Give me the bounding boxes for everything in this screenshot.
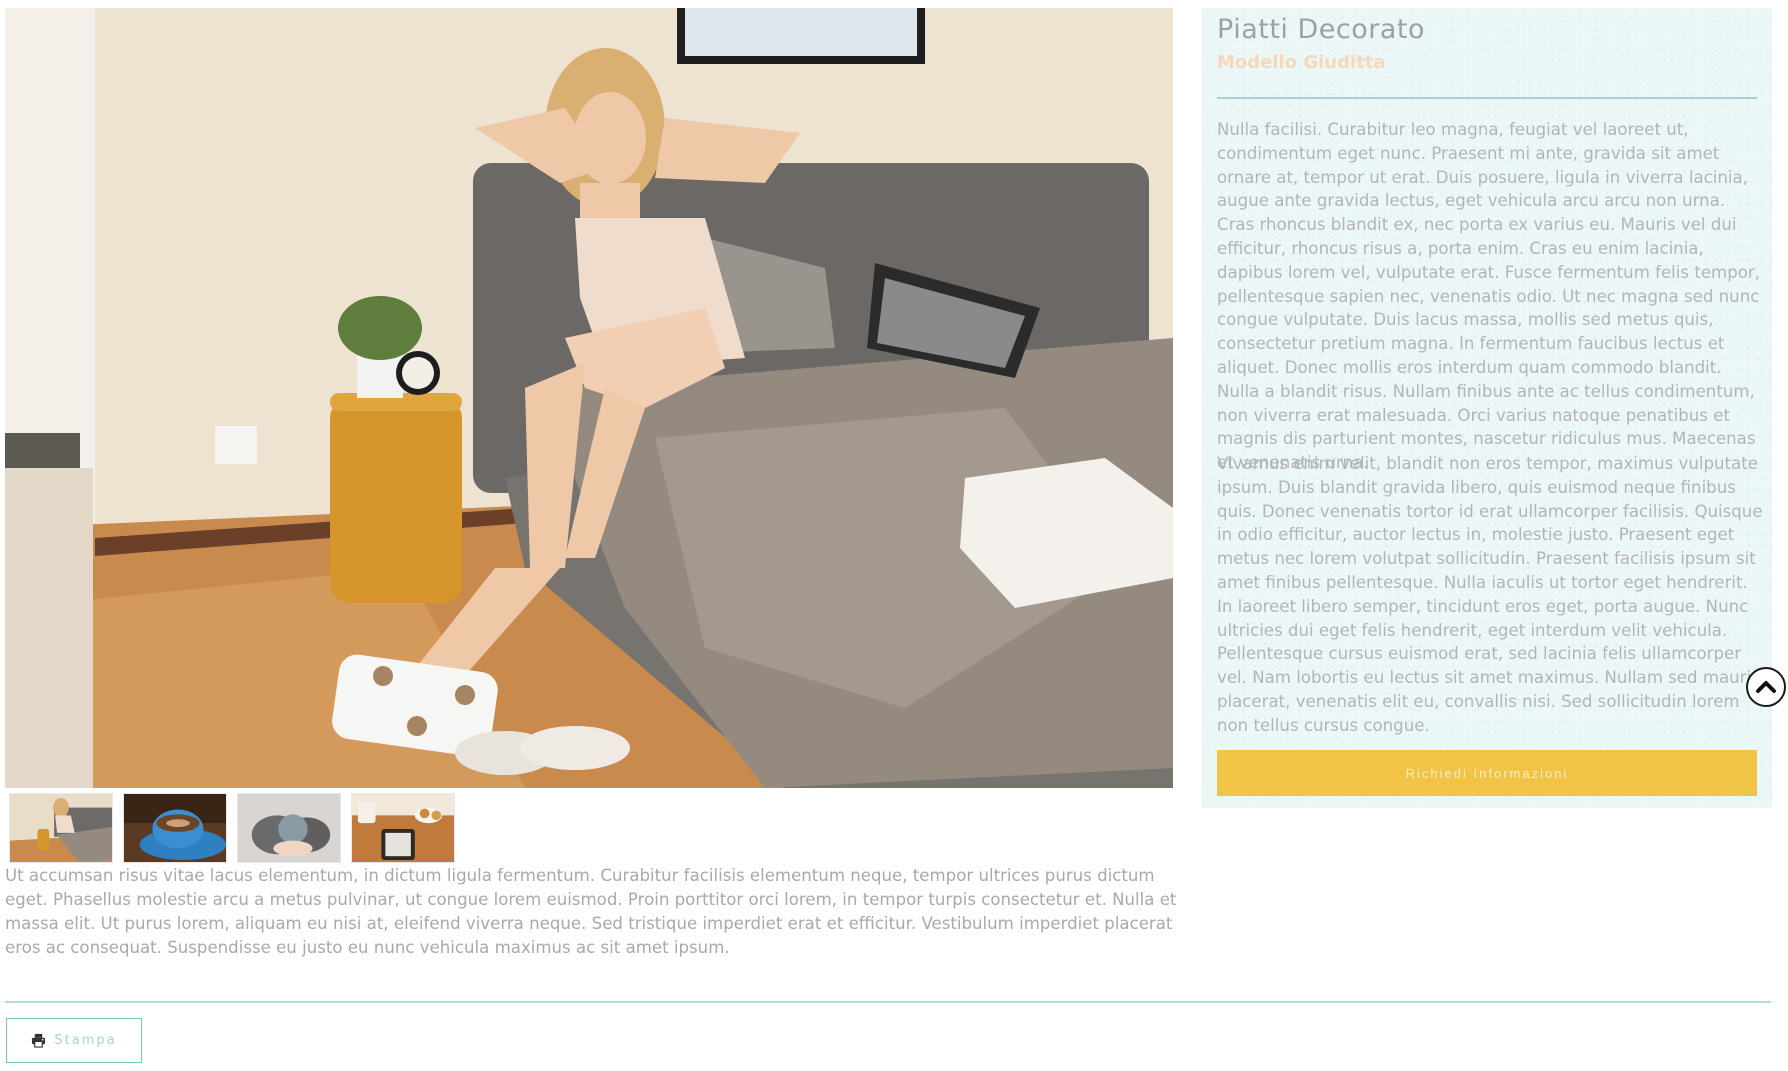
product-paragraph-1: Nulla facilisi. Curabitur leo magna, feu… — [1217, 120, 1760, 473]
main-product-image[interactable] — [5, 8, 1173, 788]
divider — [5, 1001, 1771, 1003]
scroll-top-button[interactable] — [1746, 667, 1786, 707]
panel-divider — [1217, 97, 1757, 99]
print-button-label: Stampa — [54, 1033, 117, 1048]
product-subtitle: Modello Giuditta — [1217, 52, 1386, 73]
bedroom-photo — [10, 794, 112, 862]
coffee-cup-photo — [124, 794, 226, 862]
coffee-tablet-photo — [352, 794, 454, 862]
printer-icon — [32, 1033, 46, 1048]
product-title: Piatti Decorato — [1217, 14, 1426, 45]
hands-ball-photo — [238, 794, 340, 862]
request-info-button[interactable]: Richiedi Informazioni — [1217, 750, 1757, 796]
thumbnail-coffee-tablet[interactable] — [351, 793, 455, 863]
product-page: Ut accumsan risus vitae lacus elementum,… — [0, 0, 1788, 1071]
thumbnail-strip — [9, 793, 455, 863]
thumbnail-hands-ball[interactable] — [237, 793, 341, 863]
product-info-panel: Piatti Decorato Modello Giuditta Nulla f… — [1202, 8, 1772, 808]
product-paragraph-2: Vivamus enim velit, blandit non eros tem… — [1217, 454, 1763, 735]
bedroom-photo — [5, 8, 1173, 788]
product-description: Ut accumsan risus vitae lacus elementum,… — [5, 866, 1177, 957]
thumbnail-bedroom[interactable] — [9, 793, 113, 863]
print-button[interactable]: Stampa — [6, 1018, 142, 1063]
chevron-up-icon — [1756, 681, 1776, 693]
thumbnail-coffee-cup[interactable] — [123, 793, 227, 863]
